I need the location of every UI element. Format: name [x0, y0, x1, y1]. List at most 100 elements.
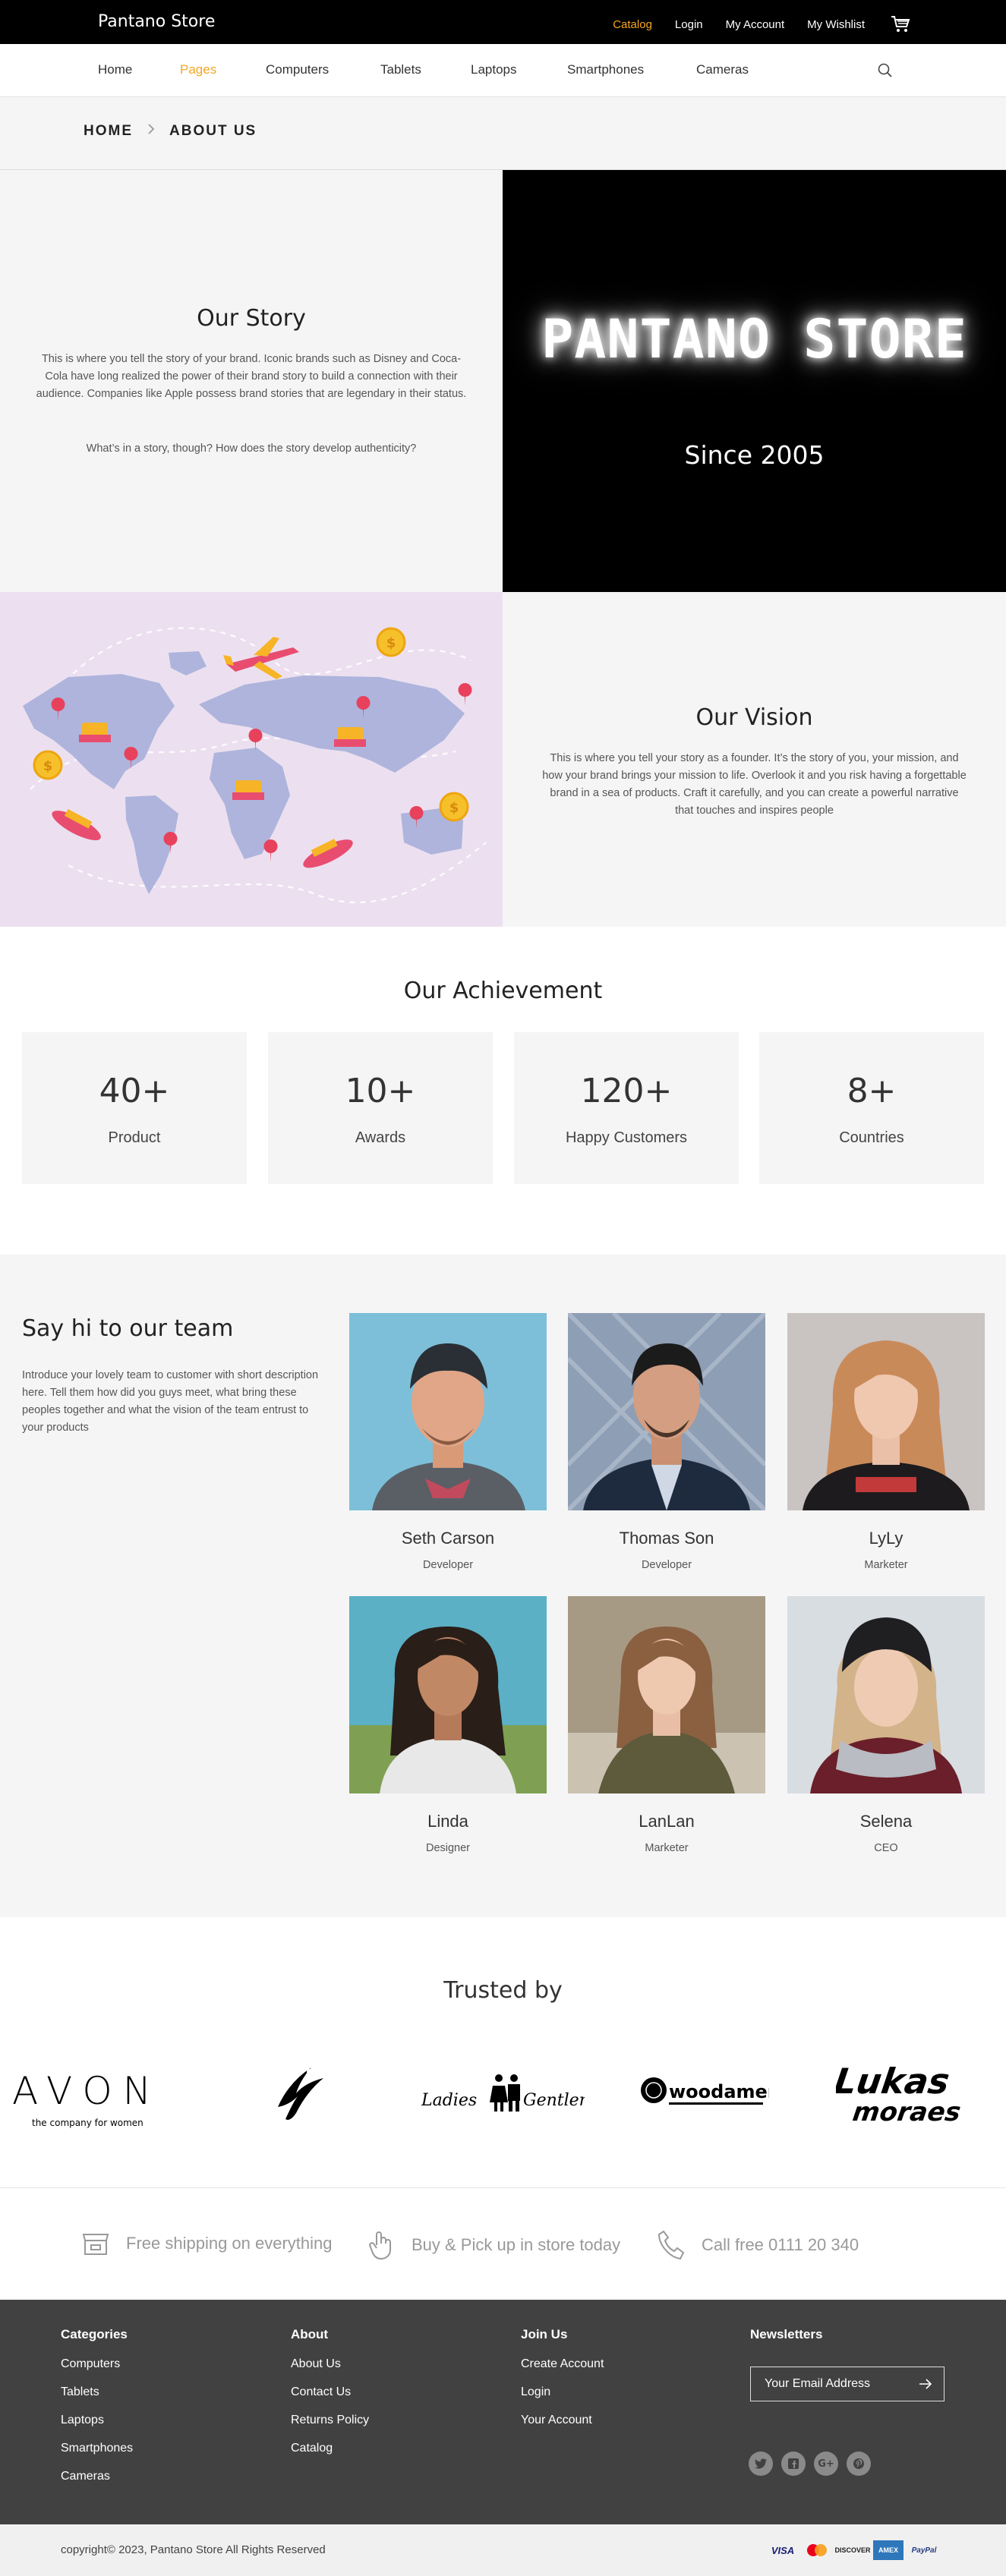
svg-text:woodamen: woodamen [669, 2081, 769, 2102]
shop-icon [82, 2234, 109, 2255]
feature-free-shipping: Free shipping on everything [80, 2228, 333, 2259]
vision-paragraph: This is where you tell your story as a f… [542, 752, 967, 817]
footer-link[interactable]: Returns Policy [291, 2414, 369, 2427]
feature-text: Call free 0111 20 340 [702, 2235, 859, 2254]
story-title: Our Story [197, 305, 306, 332]
google-plus-icon[interactable]: G+ [814, 2452, 838, 2476]
neon-sign-text: PANTANO STORE [541, 308, 967, 370]
footer-link[interactable]: About Us [291, 2357, 369, 2371]
world-map-illustration: $ $ $ [0, 592, 503, 927]
pinterest-icon[interactable] [847, 2452, 871, 2476]
copyright-text: copyright© 2023, Pantano Store All Right… [61, 2543, 326, 2556]
hand-icon [368, 2231, 391, 2260]
svg-text:Ladies: Ladies [421, 2091, 477, 2110]
story-paragraph: This is where you tell the story of your… [36, 353, 467, 400]
twitter-icon[interactable] [749, 2452, 773, 2476]
stat-label: Happy Customers [565, 1129, 688, 1146]
stat-card: 10+ Awards [268, 1032, 493, 1184]
footer-heading: Join Us [521, 2327, 568, 2341]
nav-item-pages[interactable]: Pages [180, 62, 216, 77]
stat-label: Countries [839, 1129, 904, 1146]
svg-text:Gentlemen: Gentlemen [523, 2091, 585, 2110]
brand-logo[interactable]: Pantano Store [98, 12, 215, 31]
arrow-right-icon[interactable] [918, 2377, 933, 2391]
phone-icon [658, 2230, 685, 2260]
footer-link[interactable]: Login [521, 2385, 604, 2399]
footer-link[interactable]: Catalog [291, 2442, 369, 2455]
member-photo [568, 1596, 765, 1793]
svg-text:$: $ [386, 635, 396, 651]
member-name: Selena [859, 1812, 913, 1831]
svg-text:$: $ [449, 800, 459, 816]
stat-label: Awards [355, 1129, 406, 1146]
top-bar: Pantano Store Catalog Login My Account M… [0, 0, 1006, 44]
footer-link[interactable]: Create Account [521, 2357, 604, 2371]
stat-label: Product [108, 1129, 161, 1146]
breadcrumb-home[interactable]: HOME [84, 123, 133, 140]
avon-wordmark: AVON [12, 2069, 162, 2113]
footer-link[interactable]: Tablets [61, 2385, 133, 2399]
main-nav: Home Pages Computers Tablets Laptops Sma… [0, 44, 1006, 97]
discover-icon: DISCOVER [834, 2546, 871, 2554]
neon-sign-banner: PANTANO STORE Since 2005 [503, 170, 1006, 592]
member-name: Linda [427, 1812, 468, 1831]
nav-item-tablets[interactable]: Tablets [380, 62, 421, 77]
footer-link[interactable]: Smartphones [61, 2442, 133, 2455]
search-icon[interactable] [876, 61, 894, 80]
lukas-moraes-logo: Lukas moraes [831, 2049, 985, 2133]
svg-text:Lukas: Lukas [836, 2061, 952, 2102]
mastercard-icon [805, 2540, 829, 2560]
our-vision-section: Our Vision This is where you tell your s… [503, 592, 1006, 927]
achievement-title: Our Achievement [403, 978, 603, 1004]
footer-about: About About Us Contact Us Returns Policy… [291, 2327, 369, 2470]
top-link-wishlist[interactable]: My Wishlist [807, 18, 865, 31]
top-links: Catalog Login My Account My Wishlist [590, 15, 910, 33]
team-section: Say hi to our team Introduce your lovely… [0, 1255, 1006, 1917]
footer-link[interactable]: Your Account [521, 2414, 604, 2427]
trusted-by-title: Trusted by [443, 1977, 563, 2004]
member-photo [787, 1596, 985, 1793]
footer-link[interactable]: Laptops [61, 2414, 133, 2427]
woodamen-logo: woodamen [640, 2049, 781, 2133]
member-photo [349, 1596, 547, 1793]
member-role: Marketer [864, 1559, 908, 1571]
nav-item-laptops[interactable]: Laptops [471, 62, 517, 77]
top-link-catalog[interactable]: Catalog [613, 18, 652, 31]
member-name: LanLan [639, 1812, 695, 1831]
footer-link[interactable]: Contact Us [291, 2385, 369, 2399]
avon-tagline: the company for women [32, 2118, 143, 2128]
stat-card: 8+ Countries [759, 1032, 984, 1184]
svg-text:$: $ [43, 758, 53, 774]
visa-icon: VISA [771, 2544, 795, 2556]
member-photo [568, 1313, 765, 1510]
divider [0, 2187, 1006, 2188]
footer-newsletter: Newsletters [750, 2327, 822, 2357]
facebook-icon[interactable] [781, 2452, 806, 2476]
top-link-my-account[interactable]: My Account [726, 18, 785, 31]
since-year: Since 2005 [684, 440, 825, 470]
story-question: What’s in a story, though? How does the … [86, 442, 417, 455]
feature-text: Buy & Pick up in store today [412, 2235, 621, 2254]
member-role: CEO [874, 1842, 898, 1854]
footer-link[interactable]: Cameras [61, 2470, 133, 2483]
footer: Categories Computers Tablets Laptops Sma… [0, 2300, 1006, 2524]
paypal-icon: PayPal [911, 2546, 937, 2555]
nav-item-home[interactable]: Home [98, 62, 132, 77]
nav-item-smartphones[interactable]: Smartphones [567, 62, 644, 77]
member-name: LyLy [869, 1529, 904, 1548]
newsletter-form [750, 2367, 945, 2401]
member-role: Designer [425, 1842, 471, 1854]
footer-link[interactable]: Computers [61, 2357, 133, 2371]
nav-item-computers[interactable]: Computers [266, 62, 329, 77]
member-photo [787, 1313, 985, 1510]
ladies-gentlemen-logo: Ladies Gentlemen [421, 2049, 616, 2133]
amex-icon: AMEX [873, 2540, 904, 2560]
stat-value: 40+ [99, 1072, 170, 1110]
cart-icon[interactable] [891, 15, 910, 33]
footer-join: Join Us Create Account Login Your Accoun… [521, 2327, 604, 2442]
stat-value: 8+ [847, 1072, 897, 1110]
newsletter-email-input[interactable] [751, 2367, 914, 2401]
top-link-login[interactable]: Login [675, 18, 703, 31]
breadcrumb-bar: HOME ABOUT US [0, 97, 1006, 170]
nav-item-cameras[interactable]: Cameras [696, 62, 749, 77]
